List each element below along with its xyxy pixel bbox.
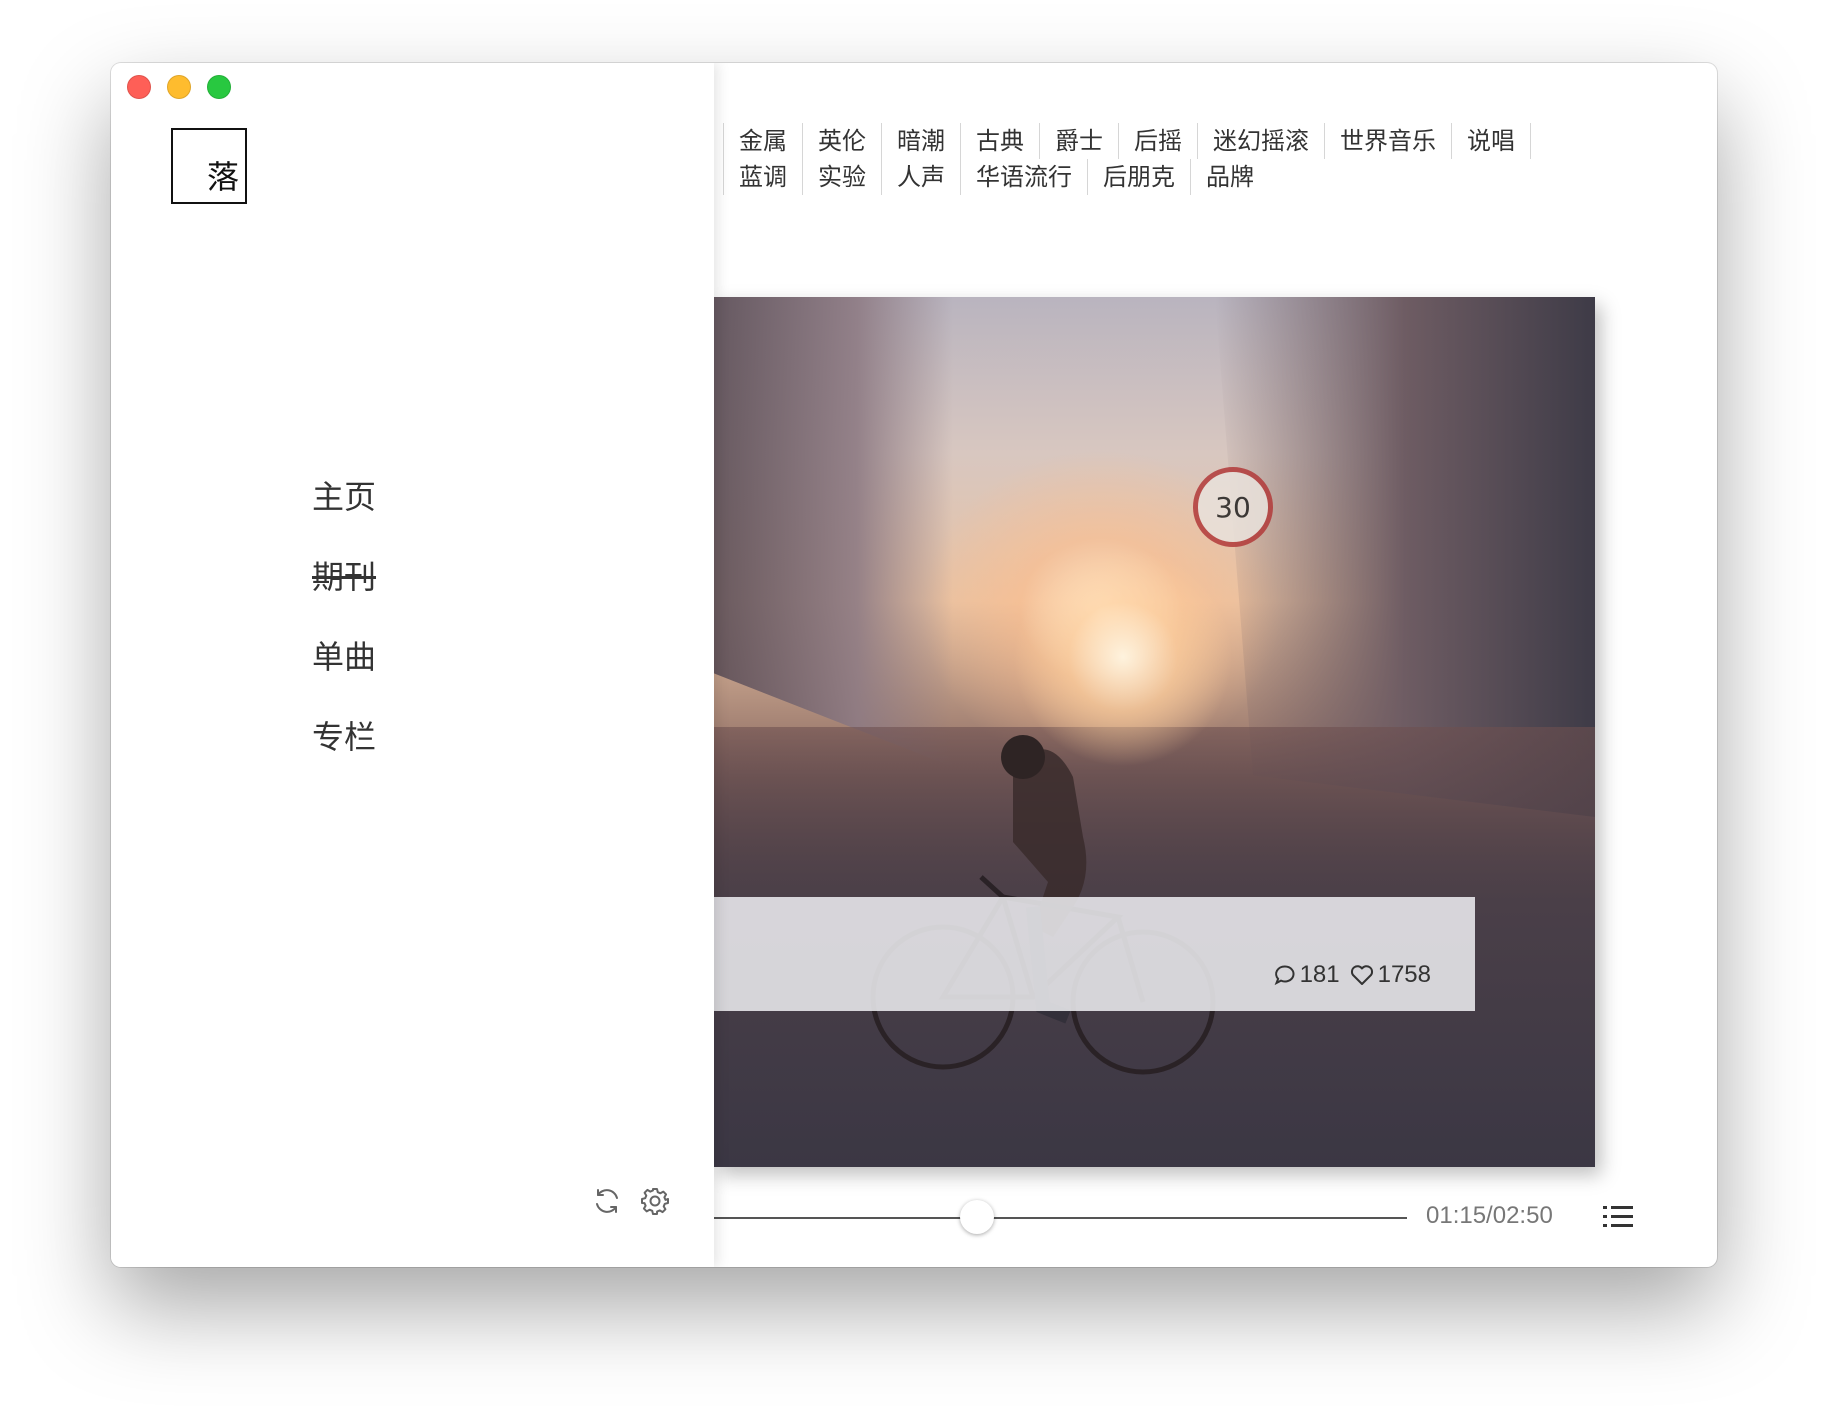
progress-track[interactable]	[714, 1217, 1407, 1219]
sidebar: 落 主页 期刊 单曲 专栏	[111, 63, 714, 1267]
issue-cover[interactable]: 30 181 1758	[713, 297, 1595, 1167]
minimize-window-button[interactable]	[167, 75, 191, 99]
sidebar-item-home[interactable]: 主页	[312, 457, 376, 537]
like-count: 1758	[1377, 961, 1431, 988]
genre-tag[interactable]: 后摇	[1118, 123, 1197, 159]
close-window-button[interactable]	[127, 75, 151, 99]
window-controls	[127, 75, 231, 99]
genre-row-2: 蓝调 实验 人声 华语流行 后朋克 品牌	[723, 159, 1623, 195]
sidebar-item-label: 专栏	[312, 718, 377, 756]
genre-tag[interactable]: 爵士	[1039, 123, 1118, 159]
genre-tag[interactable]: 品牌	[1190, 159, 1269, 195]
sidebar-item-label: 主页	[312, 478, 377, 516]
genre-tag[interactable]: 实验	[802, 159, 881, 195]
sidebar-nav: 主页 期刊 单曲 专栏	[312, 457, 376, 777]
genre-tag[interactable]: 后朋克	[1087, 159, 1190, 195]
comment-count: 181	[1299, 961, 1340, 988]
app-logo[interactable]: 落	[171, 128, 247, 204]
comment-icon[interactable]	[1274, 964, 1296, 986]
genre-tag[interactable]: 说唱	[1451, 123, 1531, 159]
playlist-icon[interactable]	[1603, 1204, 1633, 1230]
player-bar: 01:15/02:50	[714, 1198, 1717, 1238]
genre-tag[interactable]: 暗潮	[881, 123, 960, 159]
refresh-icon[interactable]	[592, 1186, 622, 1216]
sidebar-tools	[592, 1186, 670, 1216]
genre-tag[interactable]: 迷幻摇滚	[1197, 123, 1324, 159]
maximize-window-button[interactable]	[207, 75, 231, 99]
issue-stats: 181 1758	[1274, 961, 1431, 989]
cover-stats-bar: 181 1758	[713, 897, 1475, 1011]
speed-sign: 30	[1193, 467, 1273, 547]
heart-icon[interactable]	[1350, 964, 1374, 986]
genre-tag[interactable]: 金属	[723, 123, 802, 159]
genre-tag[interactable]: 古典	[960, 123, 1039, 159]
app-window: 金属 英伦 暗潮 古典 爵士 后摇 迷幻摇滚 世界音乐 说唱 蓝调 实验 人声 …	[111, 63, 1717, 1267]
progress-thumb[interactable]	[960, 1200, 995, 1234]
sidebar-item-label: 单曲	[312, 638, 377, 676]
genre-tag[interactable]: 世界音乐	[1324, 123, 1451, 159]
sidebar-item-journal[interactable]: 期刊	[312, 537, 376, 617]
genre-tag[interactable]: 华语流行	[960, 159, 1087, 195]
sidebar-item-columns[interactable]: 专栏	[312, 697, 376, 777]
sidebar-item-label: 期刊	[312, 558, 377, 596]
genre-row-1: 金属 英伦 暗潮 古典 爵士 后摇 迷幻摇滚 世界音乐 说唱	[723, 123, 1623, 159]
genre-tag[interactable]: 英伦	[802, 123, 881, 159]
app-logo-char: 落	[206, 158, 239, 196]
speed-sign-text: 30	[1215, 490, 1251, 524]
gear-icon[interactable]	[640, 1186, 670, 1216]
genre-tags: 金属 英伦 暗潮 古典 爵士 后摇 迷幻摇滚 世界音乐 说唱 蓝调 实验 人声 …	[723, 123, 1623, 195]
sidebar-item-singles[interactable]: 单曲	[312, 617, 376, 697]
genre-tag[interactable]: 蓝调	[723, 159, 802, 195]
playback-time: 01:15/02:50	[1426, 1202, 1553, 1229]
genre-tag[interactable]: 人声	[881, 159, 960, 195]
